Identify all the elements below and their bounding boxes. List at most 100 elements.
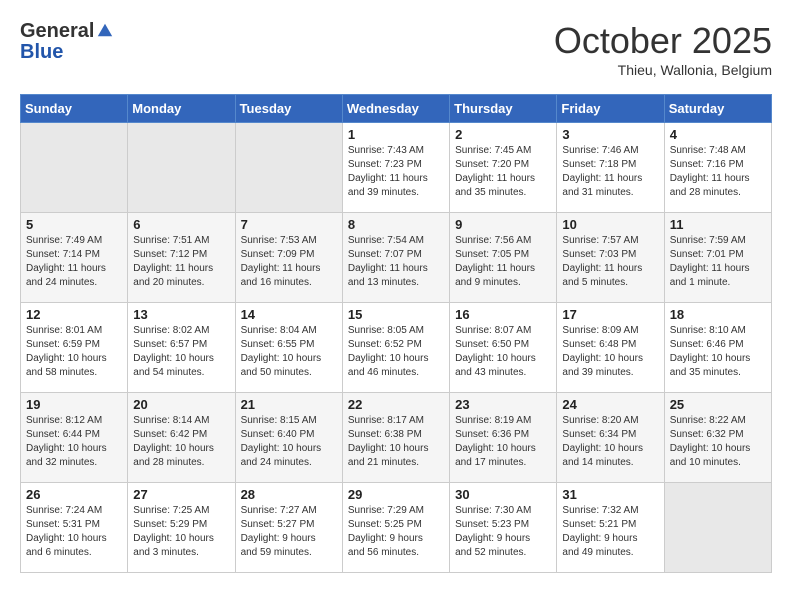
page-header: General Blue October 2025 Thieu, Walloni… (20, 20, 772, 78)
weekday-header-monday: Monday (128, 95, 235, 123)
day-info: Sunrise: 8:17 AM Sunset: 6:38 PM Dayligh… (348, 414, 444, 470)
calendar-cell: 21Sunrise: 8:15 AM Sunset: 6:40 PM Dayli… (235, 393, 342, 483)
day-info: Sunrise: 8:02 AM Sunset: 6:57 PM Dayligh… (133, 324, 229, 380)
weekday-header-thursday: Thursday (450, 95, 557, 123)
calendar-cell: 12 Sunrise: 8:01 AM Sunset: 6:59 PM Dayli… (21, 303, 128, 393)
calendar-cell: 11 Sunrise: 7:59 AM Sunset: 7:01 PM Dayli… (664, 213, 771, 303)
logo: General Blue (20, 20, 114, 64)
day-number: 28 (241, 487, 337, 502)
day-info: Sunrise: 8:01 AM Sunset: 6:59 PM Dayligh… (26, 324, 122, 380)
calendar-cell (128, 123, 235, 213)
day-number: 17 (562, 307, 658, 322)
day-info: Sunrise: 8:22 AM Sunset: 6:32 PM Dayligh… (670, 414, 766, 470)
location: Thieu, Wallonia, Belgium (554, 62, 772, 78)
weekday-header-tuesday: Tuesday (235, 95, 342, 123)
calendar-cell: 4 Sunrise: 7:48 AM Sunset: 7:16 PM Daylig… (664, 123, 771, 213)
day-number: 7 (241, 217, 337, 232)
calendar-cell: 26Sunrise: 7:24 AM Sunset: 5:31 PM Dayli… (21, 483, 128, 573)
calendar-cell (235, 123, 342, 213)
day-number: 3 (562, 127, 658, 142)
day-info: Sunrise: 7:49 AM Sunset: 7:14 PM Dayligh… (26, 234, 122, 290)
weekday-header-saturday: Saturday (664, 95, 771, 123)
day-info: Sunrise: 8:10 AM Sunset: 6:46 PM Dayligh… (670, 324, 766, 380)
day-number: 16 (455, 307, 551, 322)
calendar-week-row: 26Sunrise: 7:24 AM Sunset: 5:31 PM Dayli… (21, 483, 772, 573)
title-block: October 2025 Thieu, Wallonia, Belgium (554, 20, 772, 78)
calendar-week-row: 5 Sunrise: 7:49 AM Sunset: 7:14 PM Daylig… (21, 213, 772, 303)
day-info: Sunrise: 7:48 AM Sunset: 7:16 PM Dayligh… (670, 144, 766, 200)
weekday-header-row: SundayMondayTuesdayWednesdayThursdayFrid… (21, 95, 772, 123)
calendar-week-row: 19 Sunrise: 8:12 AM Sunset: 6:44 PM Dayli… (21, 393, 772, 483)
day-number: 19 (26, 397, 122, 412)
day-number: 20 (133, 397, 229, 412)
calendar-cell: 24Sunrise: 8:20 AM Sunset: 6:34 PM Dayli… (557, 393, 664, 483)
day-info: Sunrise: 8:09 AM Sunset: 6:48 PM Dayligh… (562, 324, 658, 380)
calendar-cell: 27Sunrise: 7:25 AM Sunset: 5:29 PM Dayli… (128, 483, 235, 573)
calendar-cell: 31 Sunrise: 7:32 AM Sunset: 5:21 PM Dayli… (557, 483, 664, 573)
day-info: Sunrise: 8:05 AM Sunset: 6:52 PM Dayligh… (348, 324, 444, 380)
day-info: Sunrise: 7:53 AM Sunset: 7:09 PM Dayligh… (241, 234, 337, 290)
day-number: 18 (670, 307, 766, 322)
day-number: 5 (26, 217, 122, 232)
day-info: Sunrise: 7:27 AM Sunset: 5:27 PM Dayligh… (241, 504, 337, 560)
day-info: Sunrise: 7:46 AM Sunset: 7:18 PM Dayligh… (562, 144, 658, 200)
weekday-header-sunday: Sunday (21, 95, 128, 123)
day-number: 31 (562, 487, 658, 502)
day-info: Sunrise: 7:45 AM Sunset: 7:20 PM Dayligh… (455, 144, 551, 200)
calendar-cell: 20 Sunrise: 8:14 AM Sunset: 6:42 PM Dayli… (128, 393, 235, 483)
calendar-cell: 5 Sunrise: 7:49 AM Sunset: 7:14 PM Daylig… (21, 213, 128, 303)
calendar-cell: 23Sunrise: 8:19 AM Sunset: 6:36 PM Dayli… (450, 393, 557, 483)
day-number: 8 (348, 217, 444, 232)
calendar-cell: 14 Sunrise: 8:04 AM Sunset: 6:55 PM Dayli… (235, 303, 342, 393)
day-number: 11 (670, 217, 766, 232)
calendar-cell: 2 Sunrise: 7:45 AM Sunset: 7:20 PM Daylig… (450, 123, 557, 213)
day-number: 30 (455, 487, 551, 502)
day-number: 25 (670, 397, 766, 412)
day-info: Sunrise: 7:30 AM Sunset: 5:23 PM Dayligh… (455, 504, 551, 560)
logo-blue: Blue (20, 41, 114, 64)
day-number: 21 (241, 397, 337, 412)
day-number: 14 (241, 307, 337, 322)
calendar-cell: 25 Sunrise: 8:22 AM Sunset: 6:32 PM Dayli… (664, 393, 771, 483)
day-number: 1 (348, 127, 444, 142)
calendar-cell: 28 Sunrise: 7:27 AM Sunset: 5:27 PM Dayli… (235, 483, 342, 573)
month-title: October 2025 (554, 20, 772, 62)
calendar-cell: 8 Sunrise: 7:54 AM Sunset: 7:07 PM Daylig… (342, 213, 449, 303)
calendar-week-row: 1Sunrise: 7:43 AM Sunset: 7:23 PM Daylig… (21, 123, 772, 213)
day-info: Sunrise: 8:12 AM Sunset: 6:44 PM Dayligh… (26, 414, 122, 470)
day-number: 9 (455, 217, 551, 232)
day-info: Sunrise: 7:32 AM Sunset: 5:21 PM Dayligh… (562, 504, 658, 560)
calendar-cell: 13 Sunrise: 8:02 AM Sunset: 6:57 PM Dayli… (128, 303, 235, 393)
day-number: 6 (133, 217, 229, 232)
day-number: 13 (133, 307, 229, 322)
day-number: 12 (26, 307, 122, 322)
calendar-cell: 1Sunrise: 7:43 AM Sunset: 7:23 PM Daylig… (342, 123, 449, 213)
logo-icon (96, 21, 114, 39)
calendar-cell (21, 123, 128, 213)
day-number: 27 (133, 487, 229, 502)
day-number: 2 (455, 127, 551, 142)
calendar-cell: 17 Sunrise: 8:09 AM Sunset: 6:48 PM Dayli… (557, 303, 664, 393)
calendar-cell: 9Sunrise: 7:56 AM Sunset: 7:05 PM Daylig… (450, 213, 557, 303)
day-number: 22 (348, 397, 444, 412)
day-info: Sunrise: 8:19 AM Sunset: 6:36 PM Dayligh… (455, 414, 551, 470)
day-number: 10 (562, 217, 658, 232)
day-number: 26 (26, 487, 122, 502)
calendar-cell: 29Sunrise: 7:29 AM Sunset: 5:25 PM Dayli… (342, 483, 449, 573)
logo-general: General (20, 20, 94, 43)
calendar-cell: 19 Sunrise: 8:12 AM Sunset: 6:44 PM Dayli… (21, 393, 128, 483)
day-info: Sunrise: 7:54 AM Sunset: 7:07 PM Dayligh… (348, 234, 444, 290)
calendar-cell: 6 Sunrise: 7:51 AM Sunset: 7:12 PM Daylig… (128, 213, 235, 303)
calendar-cell: 3 Sunrise: 7:46 AM Sunset: 7:18 PM Daylig… (557, 123, 664, 213)
day-info: Sunrise: 8:14 AM Sunset: 6:42 PM Dayligh… (133, 414, 229, 470)
weekday-header-friday: Friday (557, 95, 664, 123)
day-info: Sunrise: 7:59 AM Sunset: 7:01 PM Dayligh… (670, 234, 766, 290)
calendar-cell: 7 Sunrise: 7:53 AM Sunset: 7:09 PM Daylig… (235, 213, 342, 303)
calendar-table: SundayMondayTuesdayWednesdayThursdayFrid… (20, 94, 772, 573)
day-number: 4 (670, 127, 766, 142)
day-info: Sunrise: 8:04 AM Sunset: 6:55 PM Dayligh… (241, 324, 337, 380)
day-info: Sunrise: 7:57 AM Sunset: 7:03 PM Dayligh… (562, 234, 658, 290)
calendar-cell: 16Sunrise: 8:07 AM Sunset: 6:50 PM Dayli… (450, 303, 557, 393)
day-info: Sunrise: 7:51 AM Sunset: 7:12 PM Dayligh… (133, 234, 229, 290)
calendar-cell: 22 Sunrise: 8:17 AM Sunset: 6:38 PM Dayli… (342, 393, 449, 483)
